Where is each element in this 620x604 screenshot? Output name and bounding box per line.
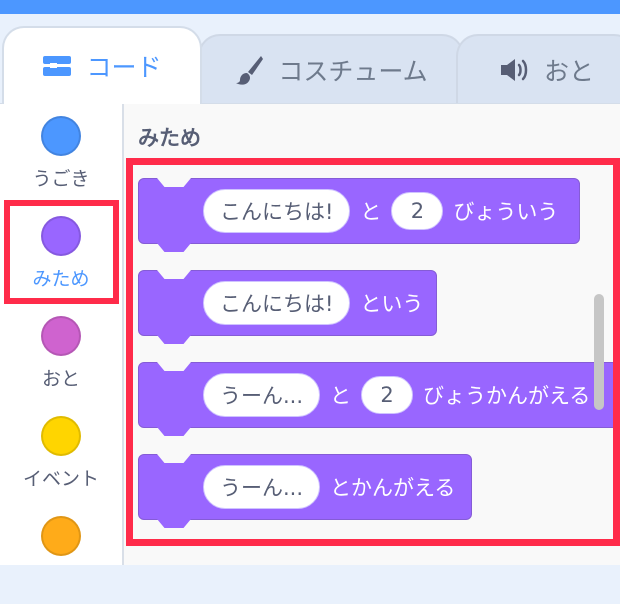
blocks-highlight-box <box>126 158 620 546</box>
looks-category-highlight-box <box>4 200 119 304</box>
category-label: イベント <box>22 468 99 490</box>
category-events[interactable]: イベント <box>0 404 122 504</box>
category-motion[interactable]: うごき <box>0 104 122 204</box>
tab-sounds-label: おと <box>543 57 594 86</box>
category-sound[interactable]: おと <box>0 304 122 404</box>
category-label: うごき <box>32 168 90 190</box>
motion-color-dot <box>41 116 81 156</box>
tab-costumes-label: コスチューム <box>278 57 428 86</box>
category-label: おと <box>41 368 80 390</box>
category-menu: うごき みため おと イベント <box>0 104 124 565</box>
tab-code[interactable]: コード <box>2 26 202 104</box>
events-color-dot <box>41 416 81 456</box>
paintbrush-icon <box>234 54 264 86</box>
editor-content: うごき みため おと イベント みため こんにちは! と 2 びょういう こんに… <box>0 103 620 565</box>
block-palette: みため こんにちは! と 2 びょういう こんにちは! という うーん... と… <box>124 104 620 565</box>
category-control[interactable] <box>0 504 122 604</box>
sound-color-dot <box>41 316 81 356</box>
tab-code-label: コード <box>86 53 162 82</box>
speaker-icon <box>498 56 530 84</box>
control-color-dot <box>41 516 81 556</box>
top-menu-bar <box>0 0 620 14</box>
tab-costumes[interactable]: コスチューム <box>198 34 464 104</box>
tab-sounds[interactable]: おと <box>456 34 620 104</box>
palette-section-heading: みため <box>138 126 201 150</box>
code-blocks-icon <box>42 54 72 78</box>
